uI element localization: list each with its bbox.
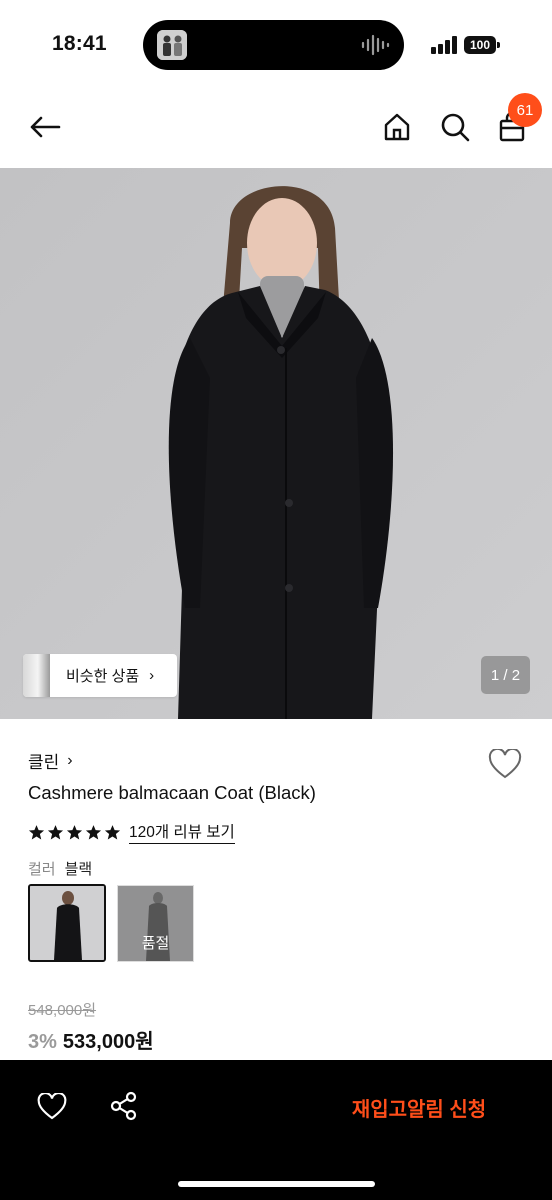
image-pager: 1 / 2 [481, 656, 530, 694]
star-icon [66, 824, 83, 839]
heart-icon[interactable] [34, 1088, 70, 1124]
color-option-row: 컬러 블랙 [28, 858, 92, 879]
color-swatch-soldout[interactable]: 품절 [117, 885, 194, 962]
audio-wave-icon [360, 33, 392, 57]
home-icon[interactable] [378, 108, 416, 146]
rating-row: 120개 리뷰 보기 [28, 820, 235, 844]
cart-count-badge: 61 [508, 93, 542, 127]
sale-price: 533,000원 [62, 1031, 154, 1053]
star-icon [28, 824, 45, 839]
now-playing-artwork [157, 30, 187, 60]
price-row: 3% 533,000원 [28, 1025, 154, 1054]
similar-products-button[interactable]: 비슷한 상품 › [23, 654, 177, 697]
brand-name: 클린 [28, 753, 60, 772]
original-price: 548,000원 [28, 1002, 97, 1019]
similar-products-label: 비슷한 상품 [66, 668, 140, 685]
home-indicator [178, 1181, 375, 1187]
cellular-signal-icon [431, 36, 459, 54]
battery-icon: 100 [464, 36, 502, 54]
chevron-right-icon: › [149, 667, 155, 684]
color-label: 컬러 [28, 861, 56, 878]
product-title: Cashmere balmacaan Coat (Black) [28, 782, 316, 803]
restock-alert-button[interactable]: 재입고알림 신청 [330, 1092, 508, 1122]
color-swatch-black[interactable] [28, 884, 106, 962]
back-arrow-icon[interactable] [24, 106, 66, 148]
star-icon [47, 824, 64, 839]
similar-products-thumbnail [23, 654, 50, 697]
star-icon [104, 824, 121, 839]
reviews-link[interactable]: 120개 리뷰 보기 [129, 820, 235, 844]
search-icon[interactable] [436, 108, 474, 146]
chevron-right-icon: › [67, 751, 73, 769]
product-image[interactable] [0, 168, 552, 719]
battery-level: 100 [464, 36, 496, 54]
brand-link[interactable]: 클린 › [28, 748, 73, 773]
color-value: 블랙 [64, 861, 93, 878]
status-time: 18:41 [52, 32, 107, 55]
share-icon[interactable] [106, 1088, 142, 1124]
soldout-label: 품절 [141, 935, 170, 952]
discount-rate: 3% [28, 1031, 57, 1053]
wishlist-heart-icon[interactable] [486, 746, 524, 782]
bottom-action-bar [0, 1060, 552, 1200]
star-icon [85, 824, 102, 839]
